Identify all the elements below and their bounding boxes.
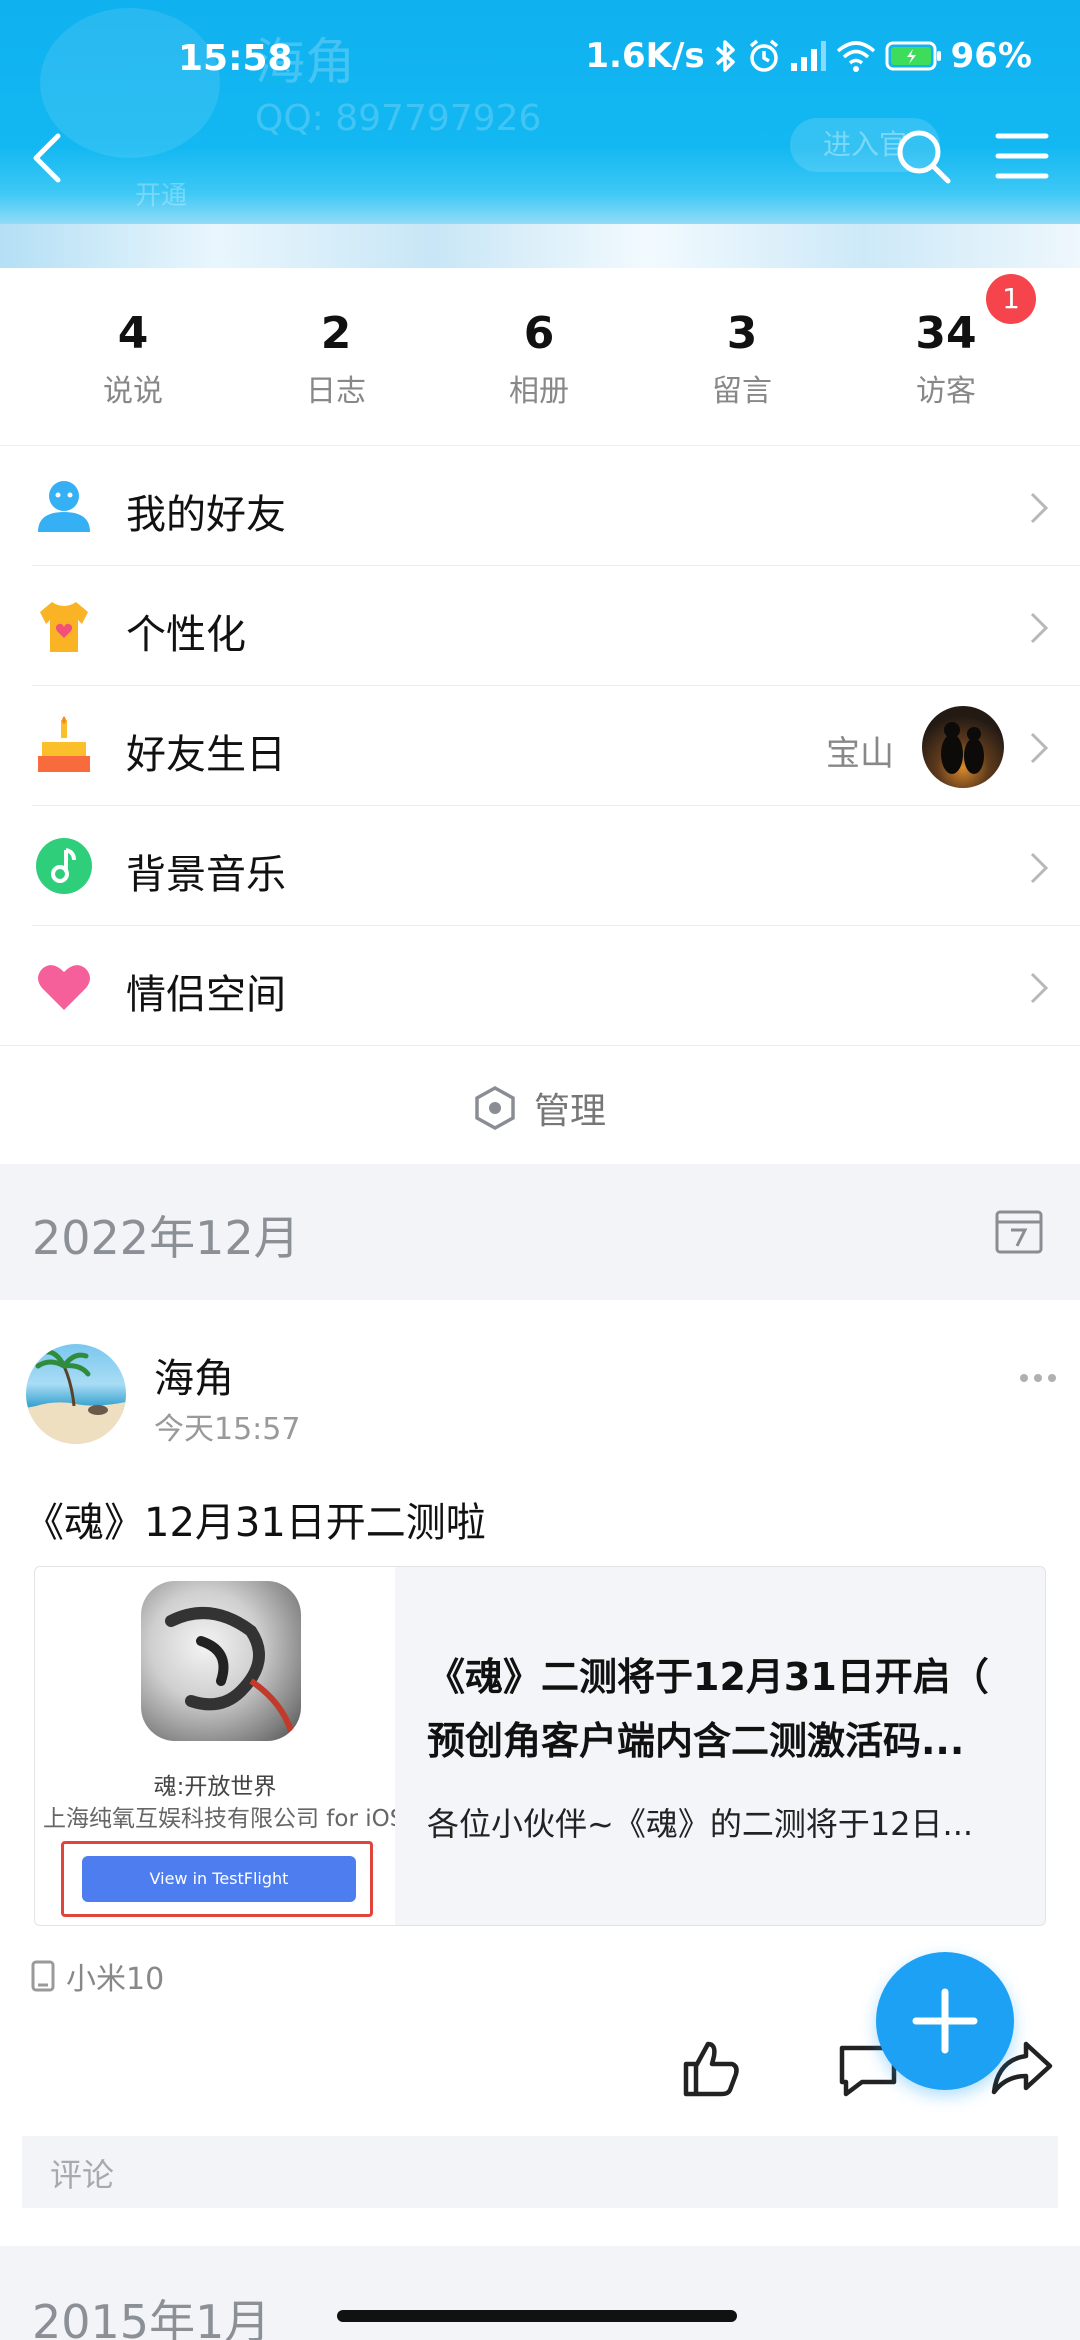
post-text: 《魂》12月31日开二测啦 <box>24 1500 486 1546</box>
menu-label: 个性化 <box>126 612 246 658</box>
status-time: 15:58 <box>178 38 293 79</box>
alarm-icon <box>749 39 778 72</box>
menu-label: 我的好友 <box>126 492 286 538</box>
stat-shuoshuo[interactable]: 4 说说 <box>53 308 213 410</box>
app-company: 上海纯氧互娱科技有限公司 for iOS <box>43 1806 395 1832</box>
birthday-friend-avatar <box>922 706 1004 788</box>
post-device: 小米10 <box>30 1954 164 1998</box>
calendar-icon[interactable] <box>994 1206 1044 1256</box>
header-open-faded: 开通 <box>135 181 188 211</box>
highlight-frame: View in TestFlight <box>61 1841 373 1917</box>
back-icon[interactable] <box>22 128 82 188</box>
device-name: 小米10 <box>66 1962 165 1997</box>
feed-post: 海角 今天15:57 《魂》12月31日开二测啦 魂:开放世界 上海纯氧互娱科技… <box>0 1300 1080 2246</box>
menu-item-friends[interactable]: 我的好友 <box>0 446 1080 566</box>
tshirt-icon <box>40 602 88 652</box>
stat-album[interactable]: 6 相册 <box>459 308 619 410</box>
stat-label: 留言 <box>712 374 772 409</box>
network-speed: 1.6K/s <box>585 36 705 76</box>
home-indicator[interactable] <box>337 2310 737 2322</box>
music-note-icon <box>36 838 92 894</box>
birthday-friend-name: 宝山 <box>826 734 894 774</box>
post-author-name[interactable]: 海角 <box>154 1346 234 1404</box>
card-title-line: 《魂》二测将于12月31日开启（ <box>427 1655 989 1699</box>
post-timestamp: 今天15:57 <box>154 1412 301 1447</box>
app-icon <box>141 1581 301 1741</box>
menu-item-music[interactable]: 背景音乐 <box>0 806 1080 926</box>
shared-link-card[interactable]: 魂:开放世界 上海纯氧互娱科技有限公司 for iOS View in Test… <box>34 1566 1046 1926</box>
chevron-right-icon <box>1030 972 1049 1004</box>
plus-icon <box>912 1988 978 2054</box>
testflight-button: View in TestFlight <box>82 1856 356 1902</box>
hexagon-settings-icon <box>475 1085 515 1131</box>
manage-content: 管理 <box>472 1082 606 1134</box>
card-title-line: 预创角客户端内含二测激活码... <box>427 1719 965 1763</box>
card-description: 各位小伙伴~《魂》的二测将于12日... <box>427 1805 974 1843</box>
stat-message[interactable]: 3 留言 <box>662 308 822 410</box>
stat-count: 6 <box>523 308 555 359</box>
chevron-right-icon <box>1030 492 1049 524</box>
menu-label: 情侣空间 <box>126 972 286 1018</box>
month-label: 2022年12月 <box>32 1211 300 1265</box>
battery-percent: 96% <box>950 36 1032 76</box>
stat-label: 相册 <box>509 374 569 409</box>
comment-placeholder: 评论 <box>50 2156 115 2194</box>
chevron-right-icon <box>1030 852 1049 884</box>
more-options-icon[interactable] <box>1018 1372 1058 1384</box>
post-author-avatar[interactable] <box>26 1344 126 1444</box>
wifi-icon <box>836 41 875 72</box>
header-qq-faded: QQ: 897797926 <box>255 98 542 139</box>
like-icon[interactable] <box>680 2036 744 2100</box>
stat-blog[interactable]: 2 日志 <box>256 308 416 410</box>
friend-person-icon <box>38 481 90 532</box>
card-title: 《魂》二测将于12月31日开启（ 预创角客户端内含二测激活码... <box>427 1645 1027 1773</box>
manage-label: 管理 <box>534 1091 607 1132</box>
timeline-month-header-next: 2015年1月 <box>0 2246 1080 2340</box>
stat-visitors[interactable]: 34 访客 <box>866 308 1026 410</box>
chevron-right-icon <box>1030 612 1049 644</box>
menu-item-birthday[interactable]: 好友生日 宝山 <box>0 686 1080 806</box>
stat-count: 4 <box>117 308 149 359</box>
manage-button[interactable]: 管理 <box>0 1046 1080 1164</box>
cake-icon <box>38 716 90 772</box>
compose-fab[interactable] <box>876 1952 1014 2090</box>
comment-input[interactable]: 评论 <box>22 2136 1058 2208</box>
stat-label: 说说 <box>103 374 163 409</box>
status-icons: 1.6K/s 96% <box>585 36 1032 76</box>
signal-icon <box>790 41 826 71</box>
stat-label: 日志 <box>306 374 366 409</box>
stat-count: 3 <box>726 308 758 359</box>
hamburger-menu-icon[interactable] <box>992 126 1052 186</box>
cover-image-strip <box>0 224 1080 268</box>
stats-bar: 4 说说 2 日志 6 相册 3 留言 34 访客 <box>0 268 1080 446</box>
app-name: 魂:开放世界 <box>153 1774 277 1800</box>
stat-count: 2 <box>320 308 352 359</box>
menu-item-personalize[interactable]: 个性化 <box>0 566 1080 686</box>
heart-icon <box>38 965 90 1010</box>
chevron-right-icon <box>1030 732 1049 764</box>
menu-item-couple[interactable]: 情侣空间 <box>0 926 1080 1046</box>
timeline-month-header: 2022年12月 <box>0 1164 1080 1300</box>
card-thumbnail: 魂:开放世界 上海纯氧互娱科技有限公司 for iOS View in Test… <box>35 1567 395 1925</box>
menu-label: 背景音乐 <box>126 852 286 898</box>
stat-label: 访客 <box>916 374 976 409</box>
menu-label: 好友生日 <box>126 732 286 778</box>
visitor-badge: 1 <box>986 274 1036 324</box>
bluetooth-icon <box>715 40 735 72</box>
search-icon[interactable] <box>893 126 953 186</box>
battery-icon <box>885 41 941 71</box>
phone-icon <box>31 1960 55 1992</box>
month-label: 2015年1月 <box>32 2295 271 2340</box>
profile-header: 海角 QQ: 897797926 开通 进入官 15:58 1.6K/s 96% <box>0 0 1080 268</box>
